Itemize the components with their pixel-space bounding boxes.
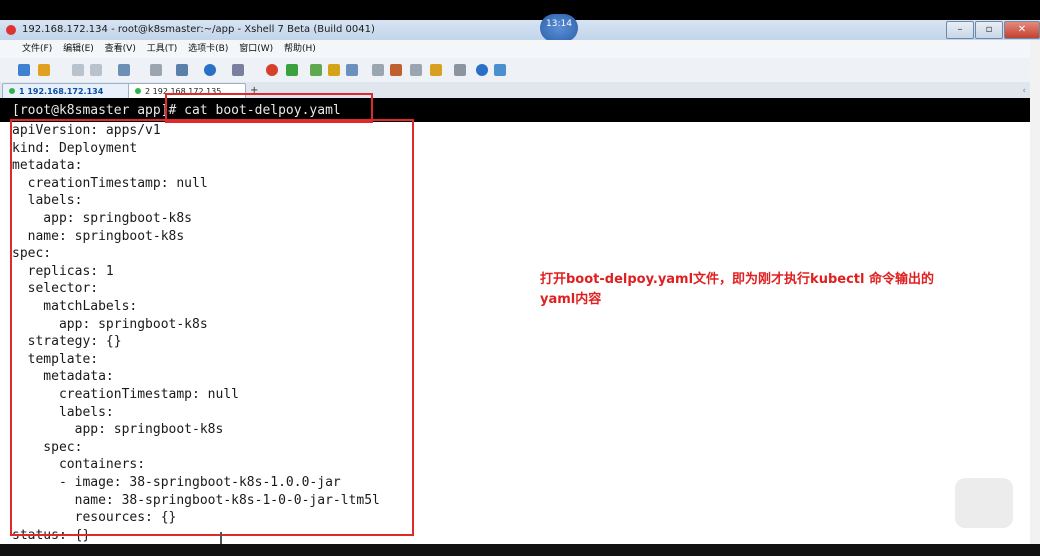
- tab-scroll-arrow-icon[interactable]: ‹: [1022, 83, 1026, 99]
- lock-icon[interactable]: [328, 64, 340, 76]
- xshell-app-icon: [6, 25, 16, 35]
- bottom-bar: [0, 544, 1040, 556]
- close-button[interactable]: ✕: [1004, 21, 1040, 39]
- copy-icon[interactable]: [72, 64, 84, 76]
- menu-tools[interactable]: 工具(T): [147, 44, 178, 54]
- session-tab-bar: 1 192.168.172.134 2 192.168.172.135 + ‹: [0, 82, 1040, 98]
- menu-help[interactable]: 帮助(H): [284, 44, 316, 54]
- toolbar: [0, 58, 1040, 83]
- font-icon[interactable]: [232, 64, 244, 76]
- xftp-icon[interactable]: [266, 64, 278, 76]
- annotation-text: 打开boot-delpoy.yaml文件，即为刚才执行kubectl 命令输出的…: [540, 270, 1020, 310]
- fullscreen-icon[interactable]: [310, 64, 322, 76]
- connected-dot-icon: [135, 88, 141, 94]
- video-play-icon[interactable]: [955, 478, 1013, 528]
- help-icon[interactable]: [476, 64, 488, 76]
- highlight-icon[interactable]: [390, 64, 402, 76]
- top-black-bar: [0, 0, 1040, 20]
- connected-dot-icon: [9, 88, 15, 94]
- print-icon[interactable]: [176, 64, 188, 76]
- chat-icon[interactable]: [494, 64, 506, 76]
- annotation-line-1: 打开boot-delpoy.yaml文件，即为刚才执行kubectl 命令输出的: [540, 272, 934, 287]
- script-icon[interactable]: [372, 64, 384, 76]
- menu-window[interactable]: 窗口(W): [239, 44, 273, 54]
- compose-icon[interactable]: [410, 64, 422, 76]
- menu-tabs[interactable]: 选项卡(B): [188, 44, 228, 54]
- menu-file[interactable]: 文件(F): [22, 44, 52, 54]
- xmanager-icon[interactable]: [286, 64, 298, 76]
- right-panel-strip: [1030, 40, 1040, 544]
- menu-bar: 文件(F) 编辑(E) 查看(V) 工具(T) 选项卡(B) 窗口(W) 帮助(…: [0, 40, 1040, 58]
- globe-icon[interactable]: [204, 64, 216, 76]
- minimize-button[interactable]: –: [946, 21, 974, 39]
- output-highlight-box: [10, 119, 414, 536]
- window-titlebar: 192.168.172.134 - root@k8smaster:~/app -…: [0, 20, 1040, 41]
- tunnel-icon[interactable]: [430, 64, 442, 76]
- window-controls: – ▫ ✕: [945, 21, 1040, 39]
- clock-badge: 13:14: [540, 14, 578, 42]
- new-session-icon[interactable]: [18, 64, 30, 76]
- layout-icon[interactable]: [454, 64, 466, 76]
- menu-view[interactable]: 查看(V): [105, 44, 136, 54]
- annotation-line-2: yaml内容: [540, 292, 602, 307]
- paste-icon[interactable]: [90, 64, 102, 76]
- tab-session-1-label: 1 192.168.172.134: [19, 87, 104, 96]
- properties-icon[interactable]: [118, 64, 130, 76]
- tab-session-1[interactable]: 1 192.168.172.134: [2, 83, 132, 98]
- maximize-button[interactable]: ▫: [975, 21, 1003, 39]
- window-title: 192.168.172.134 - root@k8smaster:~/app -…: [22, 24, 375, 35]
- keyboard-icon[interactable]: [346, 64, 358, 76]
- open-folder-icon[interactable]: [38, 64, 50, 76]
- menu-edit[interactable]: 编辑(E): [63, 44, 94, 54]
- find-icon[interactable]: [150, 64, 162, 76]
